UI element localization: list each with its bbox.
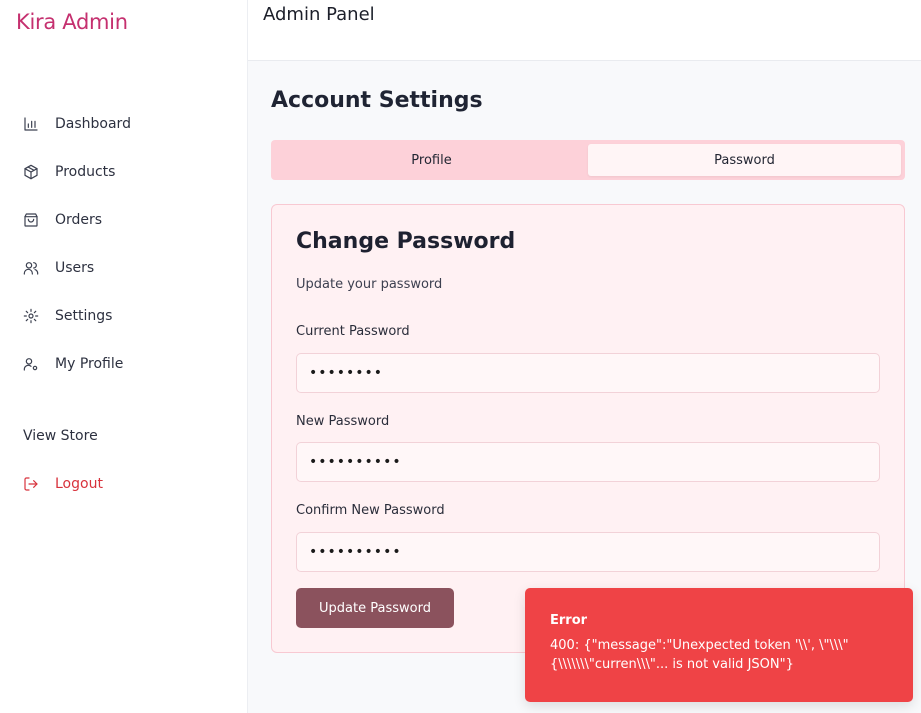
sidebar-item-dashboard[interactable]: Dashboard xyxy=(22,110,131,138)
bar-chart-icon xyxy=(22,115,40,133)
sidebar-item-users[interactable]: Users xyxy=(22,254,94,282)
current-password-field[interactable]: •••••••• xyxy=(296,353,880,393)
change-password-card: Change Password Update your password Cur… xyxy=(271,204,905,653)
new-password-label: New Password xyxy=(296,414,390,429)
shopping-bag-icon xyxy=(22,211,40,229)
update-password-button[interactable]: Update Password xyxy=(296,588,454,628)
tab-profile[interactable]: Profile xyxy=(275,144,588,176)
toast-message: 400: {"message":"Unexpected token '\\', … xyxy=(550,638,849,672)
sidebar-item-label: Orders xyxy=(55,212,103,228)
sidebar-item-label: Users xyxy=(55,260,95,276)
view-store-link[interactable]: View Store xyxy=(23,422,98,450)
view-store-label: View Store xyxy=(23,428,98,444)
sidebar-item-my-profile[interactable]: My Profile xyxy=(22,350,123,378)
sidebar-item-products[interactable]: Products xyxy=(22,158,115,186)
new-password-field[interactable]: •••••••••• xyxy=(296,442,880,482)
brand-logo[interactable]: Kira Admin xyxy=(16,10,128,34)
gear-icon xyxy=(22,307,40,325)
error-toast[interactable]: Error 400: {"message":"Unexpected token … xyxy=(525,588,913,702)
confirm-password-field[interactable]: •••••••••• xyxy=(296,532,880,572)
card-title: Change Password xyxy=(296,229,516,254)
sidebar: Kira Admin Dashboard Products Orders Use… xyxy=(0,0,248,713)
user-cog-icon xyxy=(22,355,40,373)
sidebar-item-label: Products xyxy=(55,164,116,180)
sidebar-item-label: My Profile xyxy=(55,356,124,372)
sidebar-item-settings[interactable]: Settings xyxy=(22,302,112,330)
page-title: Account Settings xyxy=(271,88,483,113)
logout-label: Logout xyxy=(55,476,103,492)
logout-icon xyxy=(22,475,40,493)
sidebar-item-label: Dashboard xyxy=(55,116,131,132)
logout-button[interactable]: Logout xyxy=(22,470,103,498)
header-title: Admin Panel xyxy=(263,4,375,25)
package-icon xyxy=(22,163,40,181)
sidebar-item-orders[interactable]: Orders xyxy=(22,206,102,234)
confirm-password-label: Confirm New Password xyxy=(296,503,445,518)
sidebar-item-label: Settings xyxy=(55,308,113,324)
settings-tabs: Profile Password xyxy=(271,140,905,180)
card-subtitle: Update your password xyxy=(296,277,443,292)
tab-password[interactable]: Password xyxy=(588,144,901,176)
top-bar: Admin Panel xyxy=(248,0,921,61)
users-icon xyxy=(22,259,40,277)
current-password-label: Current Password xyxy=(296,324,410,339)
toast-title: Error xyxy=(550,613,588,628)
